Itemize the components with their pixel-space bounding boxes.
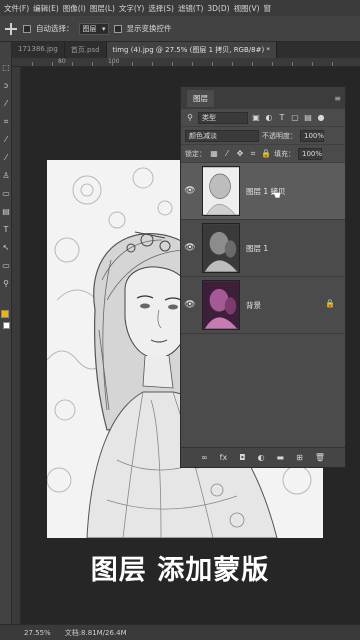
lock-icon: 🔒 xyxy=(325,299,335,308)
auto-select-label: 自动选择： xyxy=(36,24,74,33)
tab-home-psd[interactable]: 首页.psd xyxy=(65,42,107,58)
crop-tool-icon[interactable]: ⌗ xyxy=(2,118,10,126)
menu-type[interactable]: 文字(Y) xyxy=(119,3,144,14)
fill-input[interactable]: 100% xyxy=(298,147,322,160)
opacity-label: 不透明度： xyxy=(262,131,297,140)
layers-panel-footer: ∞ fx ◘ ◐ ▬ ⊞ 🗑 xyxy=(181,447,345,467)
options-bar: 自动选择： 图层 显示变换控件 xyxy=(0,16,360,42)
lock-artboard-icon[interactable]: ⌗ xyxy=(248,149,258,159)
lock-position-icon[interactable]: ✥ xyxy=(235,149,245,159)
lock-fill-row: 锁定： ▦ ⁄ ✥ ⌗ 🔒 填充： 100% xyxy=(181,145,345,163)
document-tabs: 171386.jpg 首页.psd timg (4).jpg @ 27.5% (… xyxy=(12,42,360,58)
layer-thumbnail xyxy=(202,166,240,216)
filter-type-icon[interactable]: T xyxy=(277,113,287,123)
layer-thumbnail xyxy=(202,223,240,273)
rectangle-tool-icon[interactable]: ▭ xyxy=(2,262,10,270)
lasso-tool-icon[interactable]: ↄ xyxy=(2,82,10,90)
menu-file[interactable]: 文件(F) xyxy=(4,3,29,14)
lock-all-icon[interactable]: 🔒 xyxy=(261,149,271,159)
auto-select-dropdown[interactable]: 图层 xyxy=(78,22,109,35)
menu-window[interactable]: 窗 xyxy=(264,3,272,14)
ruler-number: 80 xyxy=(58,58,66,65)
layer-row[interactable]: 👁 图层 1 xyxy=(181,220,345,277)
panel-menu-icon[interactable]: ≡ xyxy=(334,94,341,103)
type-tool-icon[interactable]: T xyxy=(2,226,10,234)
delete-layer-icon[interactable]: 🗑 xyxy=(315,453,325,462)
layer-style-icon[interactable]: fx xyxy=(220,453,228,462)
move-tool-icon[interactable] xyxy=(4,22,18,36)
adjustment-layer-icon[interactable]: ◐ xyxy=(258,453,265,462)
gradient-tool-icon[interactable]: ▤ xyxy=(2,208,10,216)
menu-select[interactable]: 选择(S) xyxy=(148,3,174,14)
lock-label: 锁定： xyxy=(185,149,206,158)
layer-filter-row: ⚲ 类型 ▣ ◐ T ▢ ▤ ● xyxy=(181,109,345,127)
filter-pixel-icon[interactable]: ▣ xyxy=(251,113,261,123)
menu-filter[interactable]: 滤镜(T) xyxy=(178,3,203,14)
layer-thumbnail xyxy=(202,280,240,330)
filter-shape-icon[interactable]: ▢ xyxy=(290,113,300,123)
ruler-top: 80 100 xyxy=(12,58,360,67)
filter-smart-object-icon[interactable]: ▤ xyxy=(303,113,313,123)
stamp-tool-icon[interactable]: ♙ xyxy=(2,172,10,180)
menu-edit[interactable]: 编辑(E) xyxy=(33,3,59,14)
filter-kind-dropdown[interactable]: 类型 xyxy=(198,111,248,124)
zoom-level[interactable]: 27.55% xyxy=(24,629,51,637)
new-layer-icon[interactable]: ⊞ xyxy=(296,453,303,462)
filter-adjustment-icon[interactable]: ◐ xyxy=(264,113,274,123)
zoom-tool-icon[interactable]: ⚲ xyxy=(2,280,10,288)
link-layers-icon[interactable]: ∞ xyxy=(201,453,208,462)
lock-image-icon[interactable]: ⁄ xyxy=(222,149,232,159)
menu-view[interactable]: 视图(V) xyxy=(234,3,260,14)
layer-row[interactable]: 👁 图层 1 拷贝 ☚ xyxy=(181,163,345,220)
show-transform-checkbox[interactable] xyxy=(113,24,122,33)
marquee-tool-icon[interactable]: ⬚ xyxy=(2,64,10,72)
layers-panel-header: 图层 ≡ xyxy=(181,87,345,109)
visibility-eye-icon[interactable]: 👁 xyxy=(181,186,199,196)
eyedropper-icon[interactable]: ⁄ xyxy=(2,136,10,144)
video-caption: 图层 添加蒙版 xyxy=(90,555,270,586)
layer-name[interactable]: 背景 xyxy=(246,300,261,311)
status-bar: 27.55% 文档:8.81M/26.4M xyxy=(0,624,360,640)
menu-image[interactable]: 图像(I) xyxy=(63,3,86,14)
ruler-left xyxy=(12,67,21,624)
brush-tool-icon[interactable]: ⁄ xyxy=(2,154,10,162)
menu-bar: 文件(F) 编辑(E) 图像(I) 图层(L) 文字(Y) 选择(S) 滤镜(T… xyxy=(0,0,360,16)
eraser-tool-icon[interactable]: ▭ xyxy=(2,190,10,198)
filter-toggle-icon[interactable]: ● xyxy=(316,113,326,123)
ruler-number: 100 xyxy=(108,58,120,65)
add-mask-icon[interactable]: ◘ xyxy=(239,453,245,462)
document-size: 文档:8.81M/26.4M xyxy=(64,628,127,637)
new-group-icon[interactable]: ▬ xyxy=(277,453,285,462)
layers-panel: 图层 ≡ ⚲ 类型 ▣ ◐ T ▢ ▤ ● 颜色减淡 不透明度： 100% 锁定… xyxy=(180,86,346,468)
foreground-color-swatch[interactable] xyxy=(1,310,9,318)
layer-name[interactable]: 图层 1 xyxy=(246,243,268,254)
blend-mode-dropdown[interactable]: 颜色减淡 xyxy=(185,129,259,142)
layer-row[interactable]: 👁 背景 🔒 xyxy=(181,277,345,334)
layers-panel-tab[interactable]: 图层 xyxy=(187,89,214,107)
visibility-eye-icon[interactable]: 👁 xyxy=(181,243,199,253)
tab-171386[interactable]: 171386.jpg xyxy=(12,42,65,58)
opacity-input[interactable]: 100% xyxy=(300,129,324,142)
mouse-cursor-icon: ☚ xyxy=(271,189,281,202)
menu-3d[interactable]: 3D(D) xyxy=(207,4,229,13)
tab-timg[interactable]: timg (4).jpg @ 27.5% (图层 1 拷贝, RGB/8#) * xyxy=(106,42,277,58)
fill-label: 填充： xyxy=(274,149,295,158)
menu-layer[interactable]: 图层(L) xyxy=(90,3,115,14)
background-color-swatch[interactable] xyxy=(3,322,10,329)
path-select-icon[interactable]: ↖ xyxy=(2,244,10,252)
lock-transparent-icon[interactable]: ▦ xyxy=(209,149,219,159)
auto-select-checkbox[interactable] xyxy=(23,24,31,33)
tools-panel: ⬚ ↄ ⁄ ⌗ ⁄ ⁄ ♙ ▭ ▤ T ↖ ▭ ⚲ xyxy=(0,42,12,624)
magic-wand-icon[interactable]: ⁄ xyxy=(2,100,10,108)
blend-opacity-row: 颜色减淡 不透明度： 100% xyxy=(181,127,345,145)
visibility-eye-icon[interactable]: 👁 xyxy=(181,300,199,310)
show-transform-label: 显示变换控件 xyxy=(126,24,172,33)
search-icon: ⚲ xyxy=(187,112,193,122)
